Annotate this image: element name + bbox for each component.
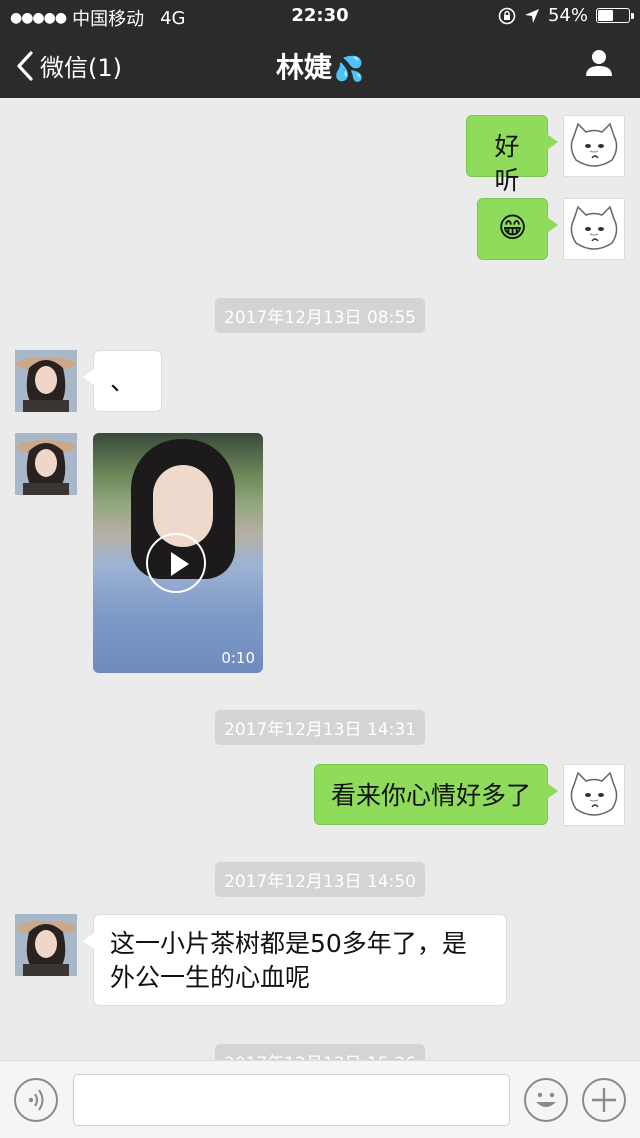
chat-history[interactable]: 好听 😁 2017年12月13日 08:55 、 0:10 2017年12月13… [0,98,640,1060]
status-bar: ●●●●● 中国移动 4G 22:30 54% [0,0,640,32]
outgoing-message[interactable]: 好听 [466,115,558,195]
my-avatar[interactable] [563,198,625,260]
battery-percent: 54% [547,5,588,26]
message-input[interactable] [73,1074,510,1126]
person-icon [586,50,612,76]
girl-photo-avatar [15,914,77,976]
my-avatar[interactable] [563,764,625,826]
contact-avatar[interactable] [15,914,77,976]
girl-photo-avatar [15,350,77,412]
outgoing-emoji-message[interactable]: 😁 [477,198,558,260]
contact-name: 林婕 [276,51,333,84]
video-duration: 0:10 [221,649,255,667]
timestamp: 2017年12月13日 08:55 [0,298,640,333]
my-avatar[interactable] [563,115,625,177]
navigation-bar: 微信(1) 林婕💦 [0,32,640,98]
voice-button[interactable] [14,1078,58,1122]
sweat-droplets-emoji: 💦 [334,55,364,83]
emoji-button[interactable] [524,1078,568,1122]
message-text: 这一小片茶树都是50多年了，是外公一生的心血呢 [110,929,467,992]
contact-avatar[interactable] [15,433,77,495]
timestamp: 2017年12月13日 15:26 [0,1044,640,1060]
timestamp: 2017年12月13日 14:50 [0,862,640,897]
grinning-emoji: 😁 [497,211,528,244]
outgoing-message[interactable]: 看来你心情好多了 [314,764,558,825]
plus-icon [592,1088,616,1112]
emoji-icon [536,1092,556,1107]
message-text: 、 [110,367,136,396]
battery-icon [596,8,634,23]
voice-icon [28,1089,44,1111]
contact-info-button[interactable] [584,48,614,82]
cat-avatar-icon [570,771,618,816]
message-text: 看来你心情好多了 [331,781,532,810]
contact-avatar[interactable] [15,350,77,412]
input-bar [0,1060,640,1138]
chat-title: 林婕💦 [0,46,640,86]
message-text: 好听 [494,132,520,195]
incoming-message[interactable]: 这一小片茶树都是50多年了，是外公一生的心血呢 [83,914,507,1006]
cat-avatar-icon [570,122,618,167]
timestamp: 2017年12月13日 14:31 [0,710,640,745]
girl-photo-avatar [15,433,77,495]
cat-avatar-icon [570,205,618,250]
incoming-message[interactable]: 、 [83,350,162,412]
more-button[interactable] [582,1078,626,1122]
location-arrow-icon [524,8,539,23]
orientation-lock-icon [498,7,516,24]
video-message[interactable]: 0:10 [93,433,263,673]
play-button-icon[interactable] [146,533,206,593]
